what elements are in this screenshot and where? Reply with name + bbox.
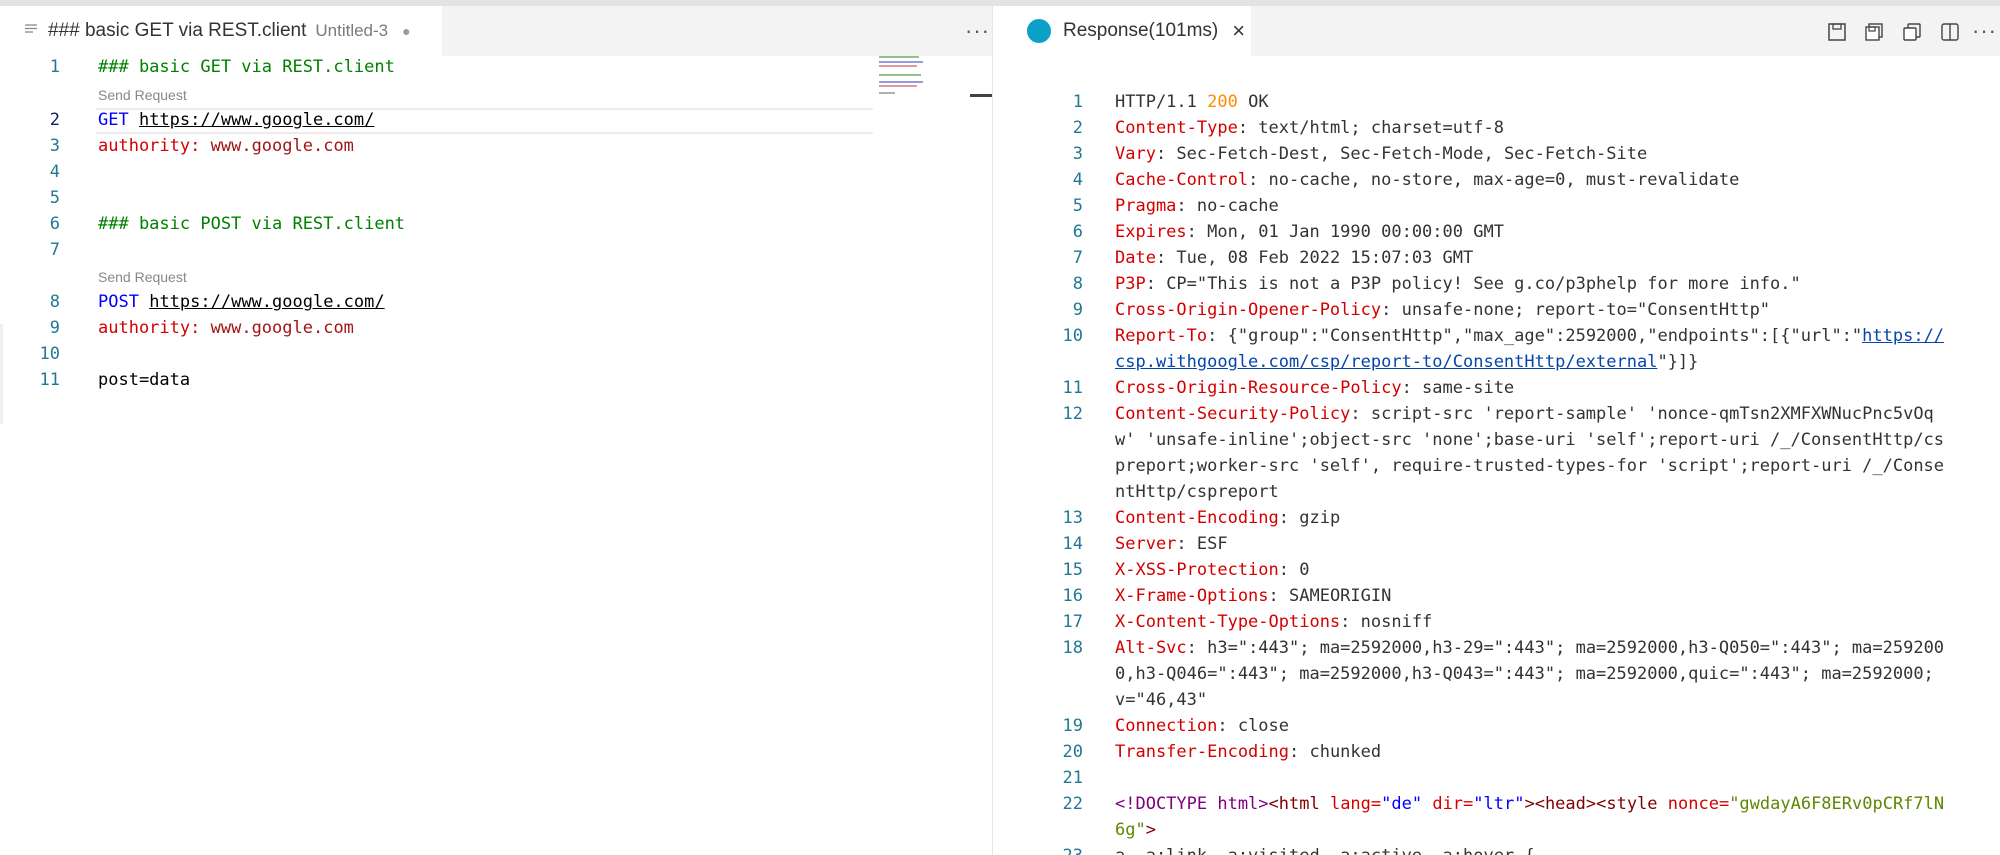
line-number: 5 — [1072, 196, 1083, 216]
line-number: 17 — [1062, 612, 1083, 632]
response-header: Transfer-Encoding: chunked — [1115, 742, 1382, 762]
request-body: post=data — [98, 370, 191, 390]
http-method: POST — [98, 292, 139, 312]
line-number: 8 — [1072, 274, 1083, 294]
request-comment: ### basic POST via REST.client — [98, 214, 406, 234]
line-number: 4 — [1072, 170, 1083, 190]
line-number: 11 — [39, 370, 60, 390]
line-number: 1 — [49, 57, 60, 77]
line-number: 10 — [39, 344, 60, 364]
response-header: X-XSS-Protection: 0 — [1115, 560, 1310, 580]
line-number: 19 — [1062, 716, 1083, 736]
wrapped-line: preport;worker-src 'self', require-trust… — [1115, 456, 1945, 476]
http-method: GET — [98, 110, 129, 130]
status-code: 200 — [1207, 92, 1238, 112]
response-header: Content-Type: text/html; charset=utf-8 — [1115, 118, 1504, 138]
wrapped-line: ntHttp/cspreport — [1115, 482, 1279, 502]
header-key: authority — [98, 318, 191, 338]
response-header: Date: Tue, 08 Feb 2022 15:07:03 GMT — [1115, 248, 1474, 268]
editor-split-divider[interactable] — [992, 6, 1014, 855]
line-number: 18 — [1062, 638, 1083, 658]
line-number: 20 — [1062, 742, 1083, 762]
line-number: 23 — [1043, 846, 1083, 855]
response-header: Server: ESF — [1115, 534, 1228, 554]
line-number: 4 — [49, 162, 60, 182]
response-header: Alt-Svc: h3=":443"; ma=2592000,h3-29=":4… — [1115, 638, 1945, 658]
line-number: 3 — [49, 136, 60, 156]
line-number: 9 — [49, 318, 60, 338]
header-key: authority — [98, 136, 191, 156]
wrapped-line: w' 'unsafe-inline';object-src 'none';bas… — [1115, 430, 1945, 450]
request-header: authority: www.google.com — [98, 136, 354, 156]
wrapped-line: csp.withgoogle.com/csp/report-to/Consent… — [1115, 352, 1699, 372]
response-header: Pragma: no-cache — [1115, 196, 1279, 216]
response-header: P3P: CP="This is not a P3P policy! See g… — [1115, 274, 1801, 294]
line-number: 10 — [1062, 326, 1083, 346]
line-number: 12 — [1062, 404, 1083, 424]
response-header: X-Content-Type-Options: nosniff — [1115, 612, 1433, 632]
scrollbar-thumb[interactable] — [970, 94, 992, 97]
request-line: GET https://www.google.com/ — [98, 110, 374, 130]
line-number: 5 — [49, 188, 60, 208]
request-url[interactable]: https://www.google.com/ — [139, 110, 374, 130]
response-header: Connection: close — [1115, 716, 1290, 736]
line-number: 3 — [1072, 144, 1083, 164]
response-header: Vary: Sec-Fetch-Dest, Sec-Fetch-Mode, Se… — [1115, 144, 1648, 164]
header-value: www.google.com — [210, 136, 354, 156]
line-number: 6 — [1072, 222, 1083, 242]
line-number: 2 — [49, 110, 60, 130]
partial-line: a, a:link, a:visited, a:active, a:hover … — [1115, 846, 1535, 855]
line-number: 22 — [1062, 794, 1083, 814]
send-request-link[interactable]: Send Request — [98, 269, 187, 285]
line-number: 7 — [1072, 248, 1083, 268]
response-header: Content-Security-Policy: script-src 'rep… — [1115, 404, 1934, 424]
response-header: Expires: Mon, 01 Jan 1990 00:00:00 GMT — [1115, 222, 1504, 242]
response-header: Content-Encoding: gzip — [1115, 508, 1341, 528]
request-comment: ### basic GET via REST.client — [98, 57, 395, 77]
header-colon: : — [190, 318, 201, 338]
response-header: Report-To: {"group":"ConsentHttp","max_a… — [1115, 326, 1945, 346]
line-number: 2 — [1072, 118, 1083, 138]
html-doctype-line: <!DOCTYPE html><html lang="de" dir="ltr"… — [1115, 794, 1945, 814]
line-number: 15 — [1062, 560, 1083, 580]
wrapped-line: 0,h3-Q046=":443"; ma=2592000,h3-Q043=":4… — [1115, 664, 1934, 684]
response-header: Cross-Origin-Opener-Policy: unsafe-none;… — [1115, 300, 1771, 320]
line-number: 8 — [49, 292, 60, 312]
report-url-link[interactable]: https:// — [1862, 326, 1944, 346]
request-code-area[interactable]: 1 ### basic GET via REST.client Send Req… — [0, 6, 992, 855]
response-body[interactable]: 1 HTTP/1.1 200 OK 2 Content-Type: text/h… — [1013, 6, 2000, 855]
status-line: HTTP/1.1 200 OK — [1115, 92, 1269, 112]
line-number: 14 — [1062, 534, 1083, 554]
line-number: 6 — [49, 214, 60, 234]
report-url-link[interactable]: csp.withgoogle.com/csp/report-to/Consent… — [1115, 352, 1657, 372]
response-header: X-Frame-Options: SAMEORIGIN — [1115, 586, 1392, 606]
line-number: 9 — [1072, 300, 1083, 320]
gutter-indicator — [0, 324, 3, 424]
header-value: www.google.com — [210, 318, 354, 338]
line-number: 13 — [1062, 508, 1083, 528]
response-header: Cross-Origin-Resource-Policy: same-site — [1115, 378, 1515, 398]
line-number: 7 — [49, 240, 60, 260]
wrapped-line: 6g"> — [1115, 820, 1156, 840]
request-editor-pane: ### basic GET via REST.client Untitled-3… — [0, 6, 992, 855]
header-colon: : — [190, 136, 201, 156]
wrapped-line: v="46,43" — [1115, 690, 1208, 710]
line-number: 1 — [1072, 92, 1083, 112]
request-url[interactable]: https://www.google.com/ — [149, 292, 384, 312]
response-header: Cache-Control: no-cache, no-store, max-a… — [1115, 170, 1740, 190]
line-number: 21 — [1062, 768, 1083, 788]
request-header: authority: www.google.com — [98, 318, 354, 338]
line-number: 11 — [1062, 378, 1083, 398]
send-request-link[interactable]: Send Request — [98, 87, 187, 103]
response-pane: Response(101ms) × ··· 1 HTTP/1.1 200 OK … — [1013, 6, 2000, 855]
line-number: 16 — [1062, 586, 1083, 606]
request-line: POST https://www.google.com/ — [98, 292, 385, 312]
